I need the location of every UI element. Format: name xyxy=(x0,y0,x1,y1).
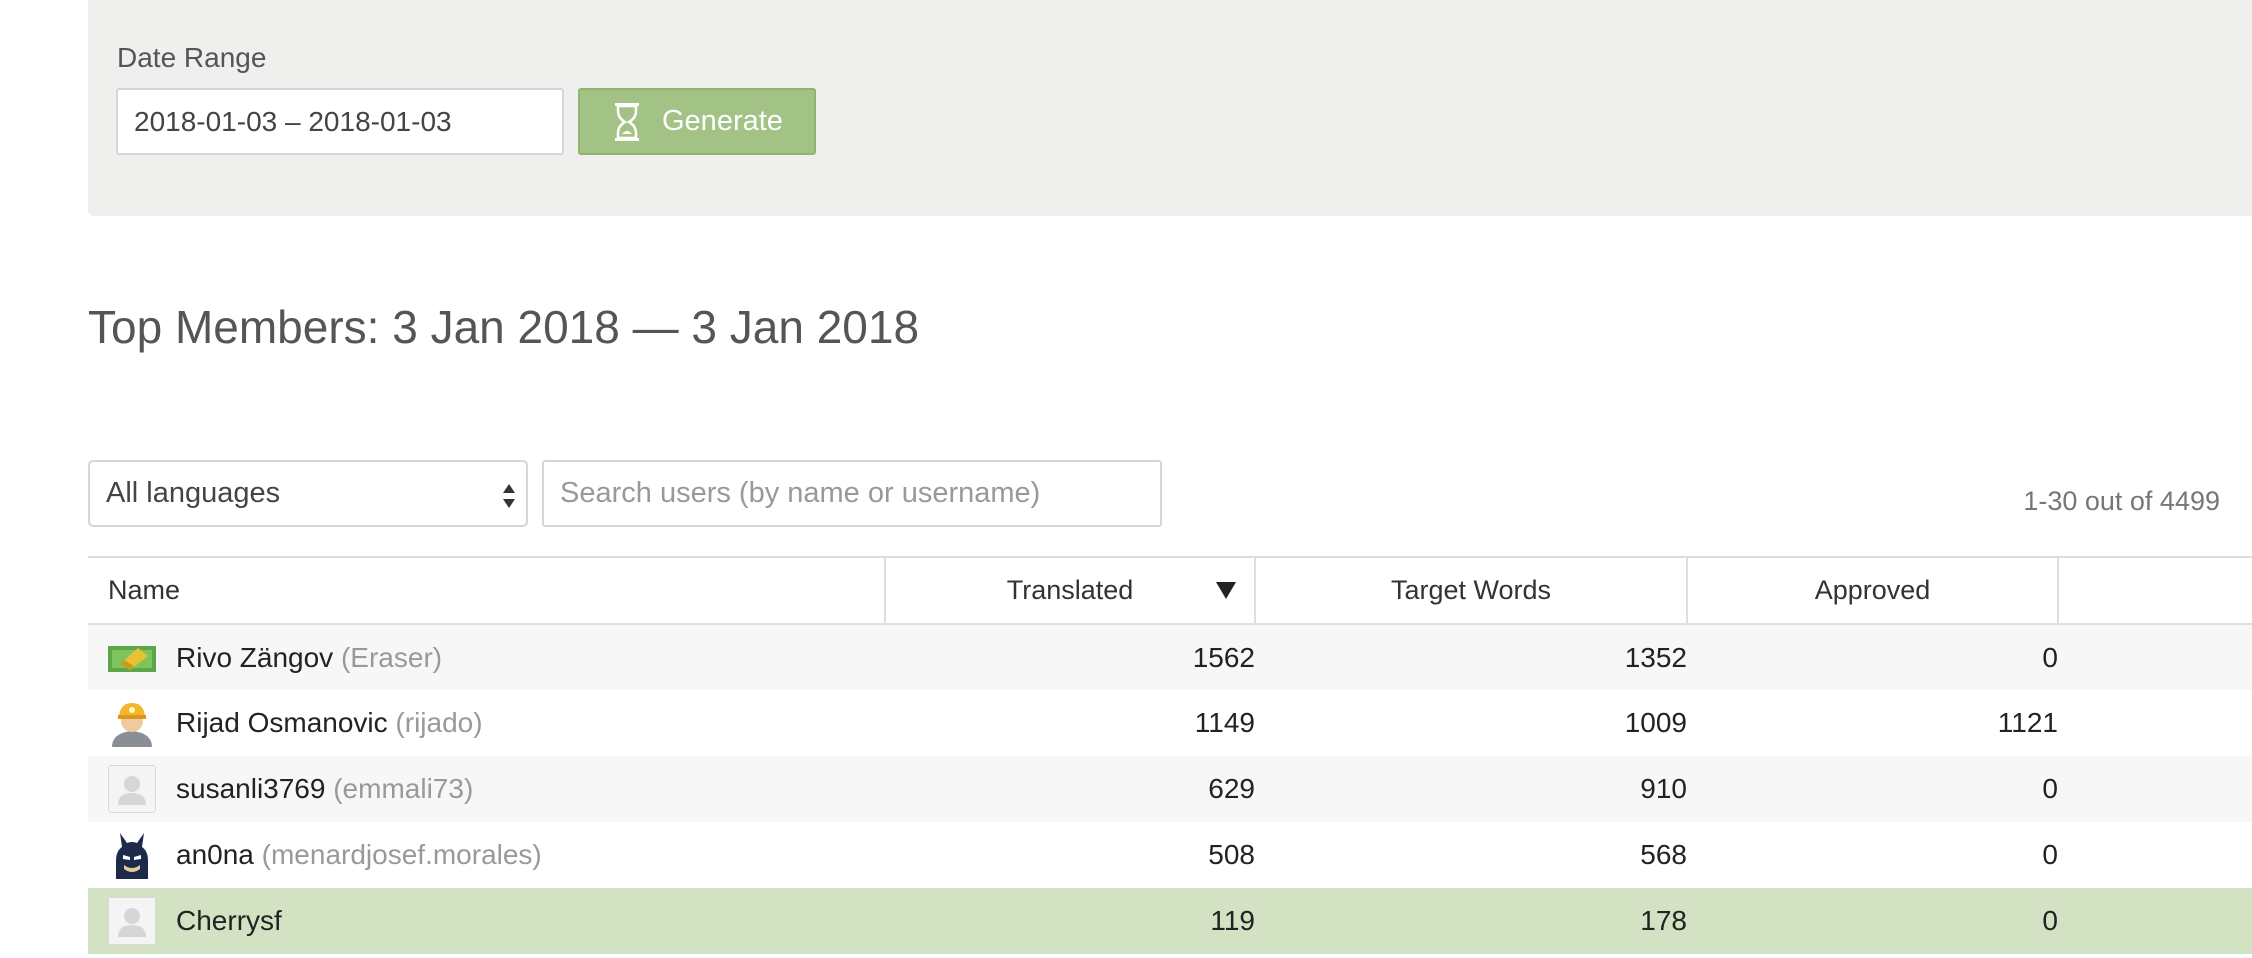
table-row[interactable]: susanli3769 (emmali73) 629 910 0 xyxy=(88,756,2252,822)
column-header-extra xyxy=(2058,556,2252,625)
approved-value: 0 xyxy=(1687,624,2058,690)
select-updown-icon xyxy=(503,484,515,508)
batman-avatar-icon xyxy=(108,831,156,879)
translated-value: 1149 xyxy=(885,690,1255,756)
member-username: (emmali73) xyxy=(333,773,474,804)
default-user-avatar-icon xyxy=(108,765,156,813)
member-display-name[interactable]: an0na xyxy=(176,839,254,870)
column-header-translated-label: Translated xyxy=(1006,575,1134,605)
member-username: (menardjosef.morales) xyxy=(261,839,542,870)
translated-value: 1562 xyxy=(885,624,1255,690)
extra-cell xyxy=(2058,690,2252,756)
column-header-translated[interactable]: Translated xyxy=(885,556,1256,625)
translated-value: 629 xyxy=(885,756,1255,822)
default-user-avatar-icon xyxy=(108,897,156,945)
target-words-value: 178 xyxy=(1255,888,1687,954)
generate-button-label: Generate xyxy=(662,105,783,137)
extra-cell xyxy=(2058,756,2252,822)
results-count: 1-30 out of 4499 xyxy=(2023,486,2220,516)
member-display-name[interactable]: Rivo Zängov xyxy=(176,642,333,673)
target-words-value: 1352 xyxy=(1255,624,1687,690)
language-select-value: All languages xyxy=(106,477,281,509)
approved-value: 0 xyxy=(1687,756,2058,822)
column-header-approved[interactable]: Approved xyxy=(1687,556,2059,625)
language-select[interactable]: All languages xyxy=(88,460,528,527)
member-display-name[interactable]: Cherrysf xyxy=(176,905,282,936)
extra-cell xyxy=(2058,822,2252,888)
extra-cell xyxy=(2058,888,2252,954)
generate-button[interactable]: Generate xyxy=(578,88,816,155)
target-words-value: 568 xyxy=(1255,822,1687,888)
table-row[interactable]: an0na (menardjosef.morales) 508 568 0 xyxy=(88,822,2252,888)
member-name-cell: Rijad Osmanovic (rijado) xyxy=(88,690,885,756)
target-words-value: 1009 xyxy=(1255,690,1687,756)
members-table: Name Translated Target Words Approved Ri… xyxy=(88,556,2252,954)
member-name-cell: Rivo Zängov (Eraser) xyxy=(88,624,885,690)
date-range-label: Date Range xyxy=(117,42,267,73)
eraser-avatar-icon xyxy=(108,634,156,682)
column-header-name[interactable]: Name xyxy=(88,556,886,625)
miner-avatar-icon xyxy=(108,699,156,747)
user-search-input[interactable] xyxy=(542,460,1162,527)
approved-value: 0 xyxy=(1687,822,2058,888)
date-filter-panel: Date Range Generate xyxy=(88,0,2252,216)
table-row[interactable]: Rivo Zängov (Eraser) 1562 1352 0 xyxy=(88,624,2252,690)
translated-value: 508 xyxy=(885,822,1255,888)
approved-value: 1121 xyxy=(1687,690,2058,756)
table-header-row: Name Translated Target Words Approved xyxy=(88,556,2252,625)
member-name-cell: an0na (menardjosef.morales) xyxy=(88,822,885,888)
target-words-value: 910 xyxy=(1255,756,1687,822)
member-display-name[interactable]: Rijad Osmanovic xyxy=(176,707,388,738)
page-title: Top Members: 3 Jan 2018 — 3 Jan 2018 xyxy=(88,301,920,353)
member-name-cell: susanli3769 (emmali73) xyxy=(88,756,885,822)
table-row[interactable]: Rijad Osmanovic (rijado) 1149 1009 1121 xyxy=(88,690,2252,756)
column-header-target-words[interactable]: Target Words xyxy=(1255,556,1688,625)
extra-cell xyxy=(2058,624,2252,690)
member-display-name[interactable]: susanli3769 xyxy=(176,773,325,804)
date-range-input[interactable] xyxy=(116,88,564,155)
hourglass-icon xyxy=(615,102,639,141)
approved-value: 0 xyxy=(1687,888,2058,954)
member-username: (rijado) xyxy=(395,707,483,738)
member-username: (Eraser) xyxy=(340,641,443,673)
member-name-cell: Cherrysf xyxy=(88,888,885,954)
translated-value: 119 xyxy=(885,888,1255,954)
table-row-highlighted[interactable]: Cherrysf 119 178 0 xyxy=(88,888,2252,954)
sort-descending-icon xyxy=(1216,582,1236,599)
